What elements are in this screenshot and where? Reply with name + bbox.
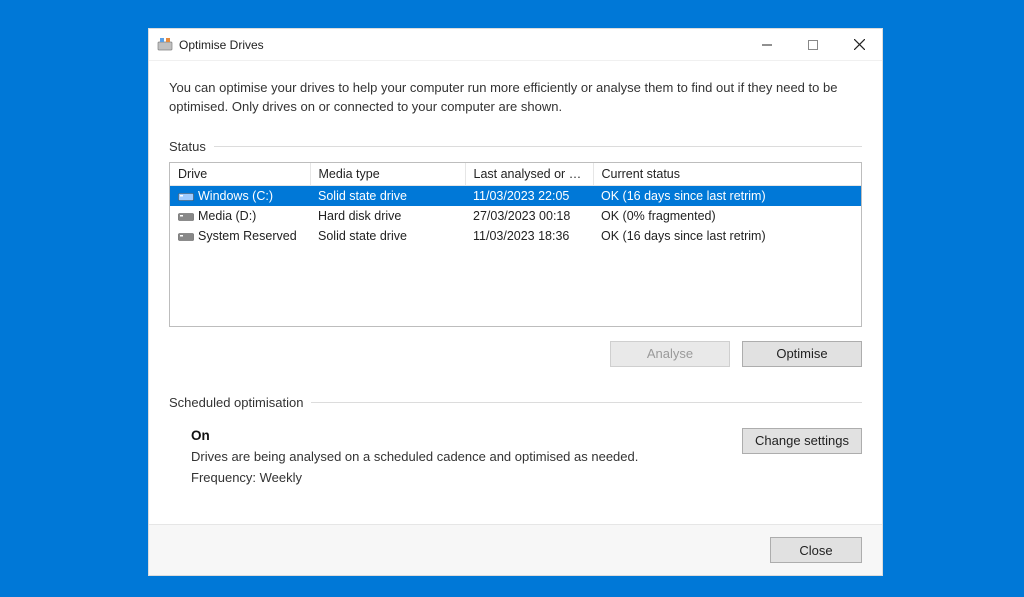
footer: Close <box>149 524 882 575</box>
drive-name: Windows (C:) <box>198 189 273 203</box>
drive-icon <box>178 190 194 202</box>
intro-text: You can optimise your drives to help you… <box>169 79 862 117</box>
drive-status: OK (0% fragmented) <box>593 206 861 226</box>
status-label: Status <box>169 139 214 154</box>
table-row[interactable]: System Reserved Solid state drive11/03/20… <box>170 226 861 246</box>
drive-name: Media (D:) <box>198 209 256 223</box>
divider <box>311 402 862 403</box>
drives-table: Drive Media type Last analysed or o... C… <box>169 162 862 327</box>
drive-analysed: 11/03/2023 18:36 <box>465 226 593 246</box>
divider <box>214 146 862 147</box>
scheduled-frequency: Frequency: Weekly <box>191 470 742 485</box>
drive-status: OK (16 days since last retrim) <box>593 226 861 246</box>
drive-status: OK (16 days since last retrim) <box>593 185 861 206</box>
table-row[interactable]: Media (D:) Hard disk drive27/03/2023 00:1… <box>170 206 861 226</box>
action-button-row: Analyse Optimise <box>169 341 862 367</box>
table-header-row: Drive Media type Last analysed or o... C… <box>170 163 861 186</box>
scheduled-desc: Drives are being analysed on a scheduled… <box>191 449 742 464</box>
drive-name: System Reserved <box>198 229 297 243</box>
status-header: Status <box>169 139 862 154</box>
optimise-drives-window: Optimise Drives You can optimise your dr… <box>148 28 883 576</box>
col-header-analysed[interactable]: Last analysed or o... <box>465 163 593 186</box>
maximize-button[interactable] <box>790 29 836 61</box>
content-area: You can optimise your drives to help you… <box>149 61 882 524</box>
table-row[interactable]: Windows (C:) Solid state drive11/03/2023 … <box>170 185 861 206</box>
scheduled-header: Scheduled optimisation <box>169 395 862 410</box>
change-settings-button[interactable]: Change settings <box>742 428 862 454</box>
analyse-button[interactable]: Analyse <box>610 341 730 367</box>
drive-icon <box>178 210 194 222</box>
drive-analysed: 27/03/2023 00:18 <box>465 206 593 226</box>
titlebar: Optimise Drives <box>149 29 882 61</box>
drive-media: Solid state drive <box>310 226 465 246</box>
minimize-button[interactable] <box>744 29 790 61</box>
app-icon <box>157 37 173 53</box>
col-header-drive[interactable]: Drive <box>170 163 310 186</box>
window-title: Optimise Drives <box>179 38 264 52</box>
scheduled-section: Scheduled optimisation On Drives are bei… <box>169 395 862 485</box>
scheduled-label: Scheduled optimisation <box>169 395 311 410</box>
close-dialog-button[interactable]: Close <box>770 537 862 563</box>
scheduled-state: On <box>191 428 742 443</box>
drive-icon <box>178 230 194 242</box>
col-header-status[interactable]: Current status <box>593 163 861 186</box>
optimise-button[interactable]: Optimise <box>742 341 862 367</box>
drive-analysed: 11/03/2023 22:05 <box>465 185 593 206</box>
close-button[interactable] <box>836 29 882 61</box>
drive-media: Hard disk drive <box>310 206 465 226</box>
drive-media: Solid state drive <box>310 185 465 206</box>
col-header-media[interactable]: Media type <box>310 163 465 186</box>
